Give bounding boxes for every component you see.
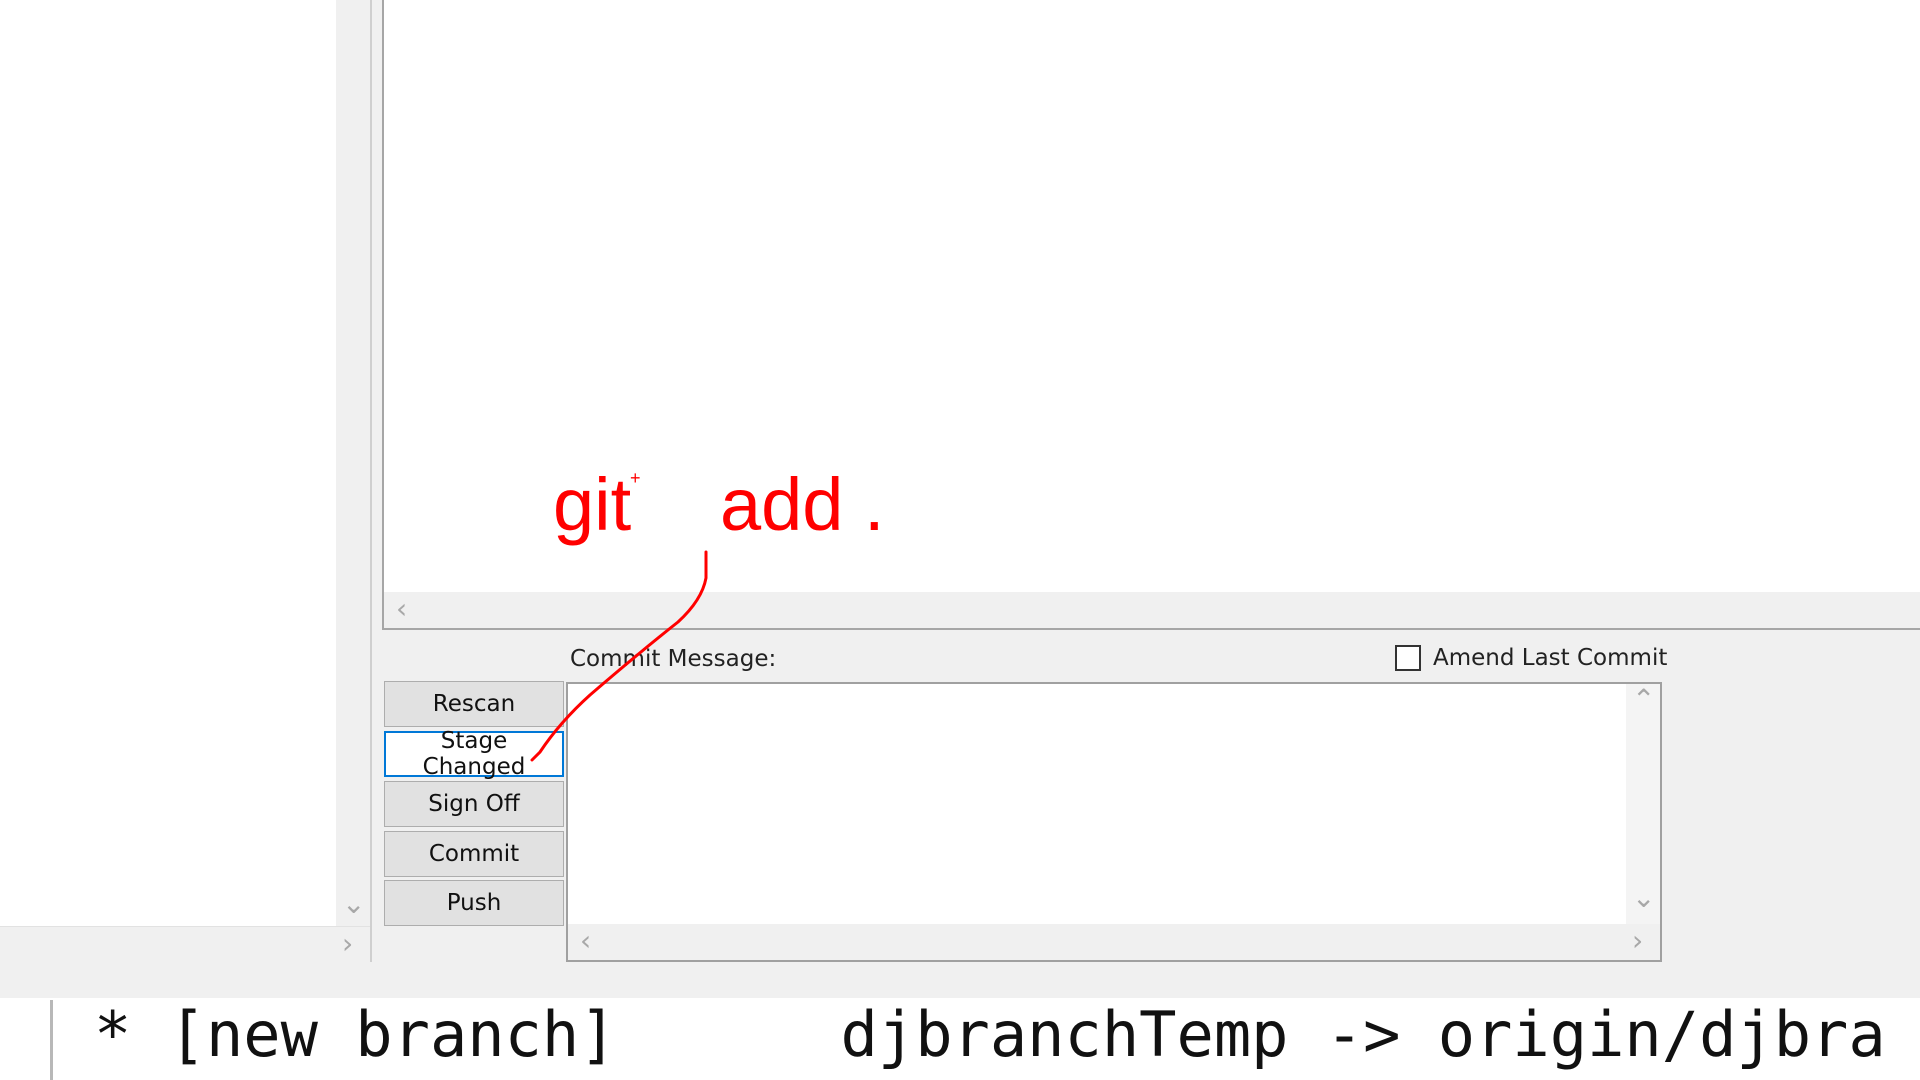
file-list-vertical-scrollbar[interactable]: ⌄ xyxy=(336,0,372,926)
terminal-output-line: * [new branch] djbranchTemp -> origin/dj… xyxy=(94,998,1886,1071)
chevron-down-icon[interactable]: ⌄ xyxy=(342,890,365,918)
push-button[interactable]: Push xyxy=(384,880,564,926)
commit-button[interactable]: Commit xyxy=(384,831,564,877)
pane-divider[interactable] xyxy=(372,0,382,962)
amend-last-commit-label[interactable]: Amend Last Commit xyxy=(1433,645,1667,671)
commit-message-vertical-scrollbar[interactable]: ⌃ ⌄ xyxy=(1626,684,1660,924)
amend-last-commit-checkbox[interactable] xyxy=(1395,645,1421,671)
diff-horizontal-scrollbar[interactable]: ‹ xyxy=(384,592,1920,628)
annotation-add-text: add . xyxy=(720,463,885,546)
commit-message-horizontal-scrollbar[interactable]: ‹ › xyxy=(568,924,1660,960)
chevron-right-icon[interactable]: › xyxy=(342,930,353,958)
file-list[interactable] xyxy=(0,0,336,926)
annotation-git-text: git xyxy=(553,463,632,546)
stage-changed-button[interactable]: Stage Changed xyxy=(384,728,564,780)
chevron-up-icon[interactable]: ⌃ xyxy=(1632,686,1655,714)
chevron-right-icon[interactable]: › xyxy=(1632,927,1643,955)
commit-message-label: Commit Message: xyxy=(570,646,777,672)
chevron-left-icon[interactable]: ‹ xyxy=(580,927,591,955)
annotation-cursor-mark: + xyxy=(630,468,641,488)
chevron-left-icon[interactable]: ‹ xyxy=(396,595,407,623)
file-list-horizontal-scrollbar[interactable]: › xyxy=(0,926,372,962)
commit-message-input[interactable] xyxy=(572,688,1622,920)
terminal-left-rule xyxy=(50,1000,53,1080)
rescan-button[interactable]: Rescan xyxy=(384,681,564,727)
amend-last-commit-option[interactable]: Amend Last Commit xyxy=(1395,645,1667,671)
chevron-down-icon[interactable]: ⌄ xyxy=(1632,884,1655,912)
sign-off-button[interactable]: Sign Off xyxy=(384,781,564,827)
